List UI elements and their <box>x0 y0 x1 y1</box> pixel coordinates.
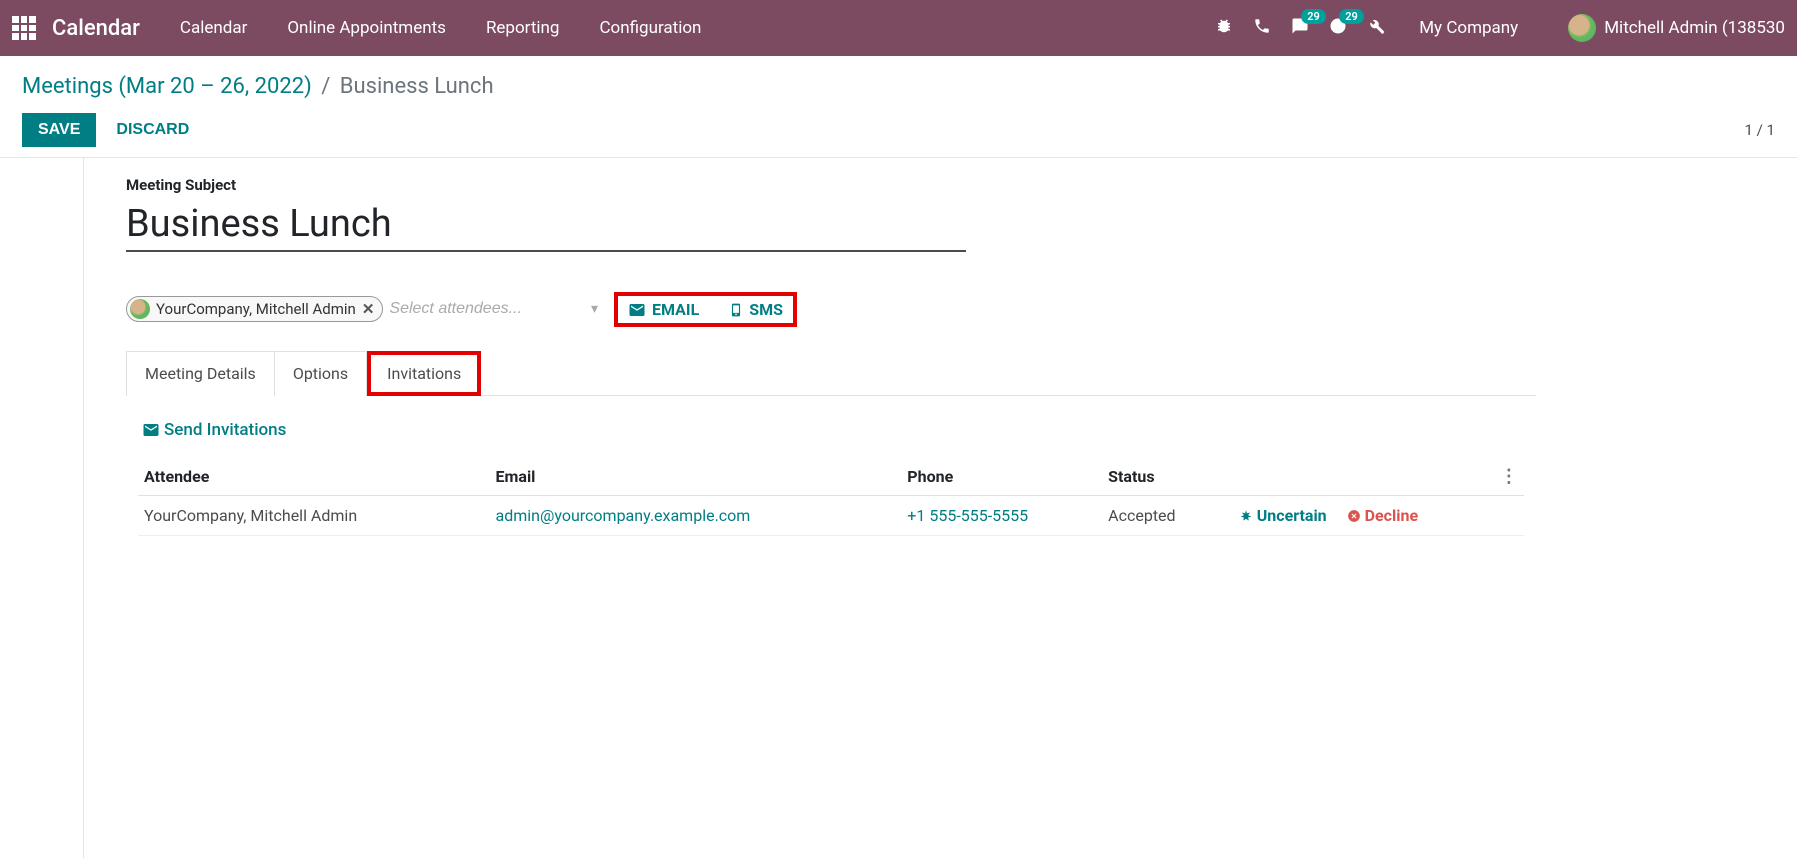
decline-button[interactable]: Decline <box>1347 506 1418 525</box>
tab-content-invitations: Send Invitations Attendee Email Phone St… <box>126 396 1536 544</box>
nav-calendar[interactable]: Calendar <box>180 18 247 38</box>
discard-button[interactable]: DISCARD <box>116 121 189 139</box>
nav-configuration[interactable]: Configuration <box>599 18 701 38</box>
col-email: Email <box>490 458 902 496</box>
left-stub <box>0 158 84 858</box>
kebab-icon[interactable]: ⋮ <box>1500 466 1518 487</box>
cell-phone[interactable]: +1 555-555-5555 <box>901 496 1102 536</box>
attendee-input[interactable] <box>383 296 607 322</box>
button-row: SAVE DISCARD 1 / 1 <box>22 113 1775 147</box>
messages-icon[interactable]: 29 <box>1291 17 1309 40</box>
chevron-down-icon[interactable]: ▾ <box>591 301 598 317</box>
breadcrumb: Meetings (Mar 20 – 26, 2022) / Business … <box>22 74 1775 99</box>
uncertain-button[interactable]: Uncertain <box>1239 506 1327 525</box>
tab-options[interactable]: Options <box>275 351 367 396</box>
phone-icon[interactable] <box>1253 17 1271 40</box>
email-sms-highlight: EMAIL SMS <box>614 292 797 327</box>
cell-attendee: YourCompany, Mitchell Admin <box>138 496 490 536</box>
tab-meeting-details[interactable]: Meeting Details <box>126 351 275 396</box>
breadcrumb-parent[interactable]: Meetings (Mar 20 – 26, 2022) <box>22 74 312 99</box>
cell-email[interactable]: admin@yourcompany.example.com <box>490 496 902 536</box>
avatar-icon <box>1568 14 1596 42</box>
app-title[interactable]: Calendar <box>52 16 140 41</box>
nav-online-appointments[interactable]: Online Appointments <box>287 18 446 38</box>
activities-icon[interactable]: 29 <box>1329 17 1347 40</box>
send-invitations-button[interactable]: Send Invitations <box>142 420 1524 440</box>
status-buttons: Uncertain Decline <box>1239 506 1488 525</box>
activities-badge: 29 <box>1339 9 1364 24</box>
attendee-tag[interactable]: YourCompany, Mitchell Admin ✕ <box>126 296 383 322</box>
tabs: Meeting Details Options Invitations <box>126 351 1536 396</box>
sms-button[interactable]: SMS <box>729 300 783 319</box>
attendees-table: Attendee Email Phone Status ⋮ YourCompan… <box>138 458 1524 536</box>
save-button[interactable]: SAVE <box>22 113 96 147</box>
topbar: Calendar Calendar Online Appointments Re… <box>0 0 1797 56</box>
nav-reporting[interactable]: Reporting <box>486 18 560 38</box>
messages-badge: 29 <box>1301 9 1326 24</box>
subject-label: Meeting Subject <box>126 176 1797 194</box>
main: Meeting Subject YourCompany, Mitchell Ad… <box>0 158 1797 858</box>
mobile-icon <box>729 303 743 317</box>
attendee-tag-label: YourCompany, Mitchell Admin <box>156 300 356 318</box>
breadcrumb-current: Business Lunch <box>340 74 494 99</box>
nav-items: Calendar Online Appointments Reporting C… <box>180 18 702 38</box>
top-icons: 29 29 My Company Mitchell Admin (138530 <box>1215 14 1785 42</box>
tools-icon[interactable] <box>1367 17 1385 40</box>
table-row[interactable]: YourCompany, Mitchell Admin admin@yourco… <box>138 496 1524 536</box>
col-attendee: Attendee <box>138 458 490 496</box>
bug-icon[interactable] <box>1215 17 1233 40</box>
attendee-field[interactable]: YourCompany, Mitchell Admin ✕ ▾ <box>126 296 604 323</box>
envelope-icon <box>628 301 646 319</box>
pager[interactable]: 1 / 1 <box>1745 121 1776 139</box>
subject-input[interactable] <box>126 200 966 252</box>
apps-icon[interactable] <box>12 16 36 40</box>
times-circle-icon <box>1347 509 1361 523</box>
remove-icon[interactable]: ✕ <box>362 300 375 318</box>
form-sheet: Meeting Subject YourCompany, Mitchell Ad… <box>84 158 1797 858</box>
asterisk-icon <box>1239 509 1253 523</box>
email-button[interactable]: EMAIL <box>628 300 699 319</box>
envelope-icon <box>142 421 160 439</box>
avatar-icon <box>130 299 150 319</box>
cell-status: Accepted <box>1102 496 1233 536</box>
col-phone: Phone <box>901 458 1102 496</box>
user-menu[interactable]: Mitchell Admin (138530 <box>1568 14 1785 42</box>
tab-invitations[interactable]: Invitations <box>367 351 481 396</box>
company-name[interactable]: My Company <box>1419 18 1518 38</box>
attendee-row: YourCompany, Mitchell Admin ✕ ▾ EMAIL SM… <box>126 292 1797 327</box>
col-status: Status <box>1102 458 1233 496</box>
control-panel: Meetings (Mar 20 – 26, 2022) / Business … <box>0 56 1797 158</box>
user-name: Mitchell Admin (138530 <box>1604 18 1785 38</box>
